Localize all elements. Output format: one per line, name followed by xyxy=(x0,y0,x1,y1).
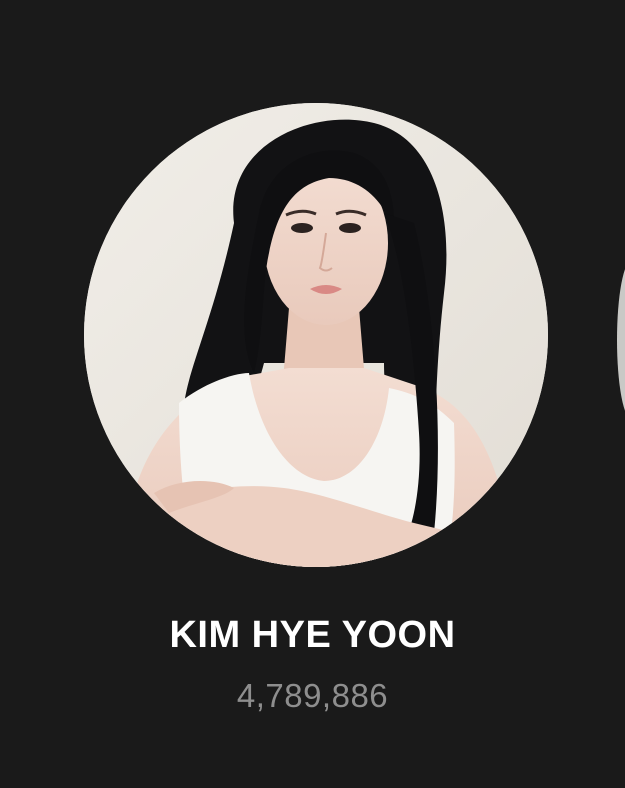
artist-name[interactable]: KIM HYE YOON xyxy=(0,612,625,658)
artist-card[interactable]: KIM HYE YOON 4,789,886 xyxy=(0,0,625,788)
next-artist-card-edge[interactable] xyxy=(617,260,625,420)
artist-avatar[interactable] xyxy=(84,103,548,567)
portrait-image xyxy=(84,103,548,567)
follower-count: 4,789,886 xyxy=(236,677,389,714)
